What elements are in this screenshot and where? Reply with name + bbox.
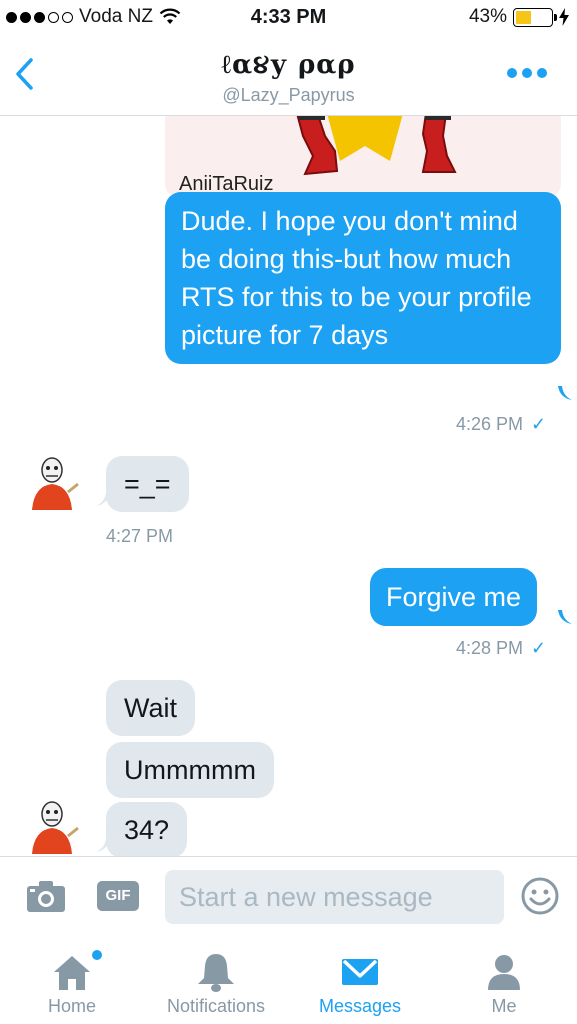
- tab-label: Home: [47, 996, 96, 1016]
- tab-label: Me: [491, 996, 517, 1016]
- bubble-tail: [558, 386, 572, 400]
- bell-icon: [198, 954, 234, 992]
- conversation-title[interactable]: ℓα૪у ραρ: [0, 50, 577, 81]
- message-thread[interactable]: AniiTaRuiz Dude. I hope you don't mind b…: [0, 116, 577, 856]
- more-dots-icon[interactable]: [507, 68, 547, 78]
- timestamp-text: 4:28 PM: [456, 638, 524, 658]
- home-icon: [54, 956, 90, 990]
- avatar[interactable]: [24, 798, 80, 854]
- conversation-header: ℓα૪у ραρ @Lazy_Papyrus: [0, 38, 577, 116]
- message-bubble-incoming[interactable]: 34?: [106, 802, 188, 856]
- image-message[interactable]: AniiTaRuiz: [165, 116, 561, 198]
- bubble-tail: [558, 610, 572, 624]
- avatar[interactable]: [24, 454, 80, 510]
- envelope-icon: [342, 959, 378, 985]
- tab-messages[interactable]: Messages: [302, 936, 418, 1024]
- tab-notifications[interactable]: Notifications: [150, 936, 282, 1024]
- status-bar: Voda NZ 4:33 PM 43%: [0, 0, 577, 38]
- person-icon: [488, 955, 520, 990]
- battery-icon: [513, 7, 557, 27]
- message-timestamp: 4:27 PM: [106, 526, 174, 546]
- message-composer: GIF: [0, 856, 577, 936]
- message-input[interactable]: [165, 870, 504, 924]
- status-right: 43%: [469, 6, 569, 28]
- message-bubble-incoming[interactable]: Wait: [106, 680, 195, 736]
- home-badge-dot: [92, 950, 102, 960]
- message-bubble-outgoing[interactable]: Dude. I hope you don't mind be doing thi…: [165, 192, 561, 364]
- bubble-tail: [96, 492, 110, 506]
- smiley-icon[interactable]: [520, 876, 560, 916]
- timestamp-text: 4:26 PM: [456, 414, 524, 434]
- message-bubble-incoming[interactable]: =_=: [106, 456, 189, 512]
- bubble-tail: [96, 838, 110, 852]
- tab-home[interactable]: Home: [14, 936, 130, 1024]
- message-timestamp: 4:26 PM ✓: [456, 414, 546, 435]
- tab-label: Messages: [318, 996, 402, 1016]
- message-bubble-outgoing[interactable]: Forgive me: [370, 568, 538, 626]
- charging-bolt-icon: [559, 8, 569, 26]
- message-bubble-incoming[interactable]: Ummmmm: [106, 742, 274, 798]
- battery-percent: 43%: [468, 6, 507, 27]
- tab-label: Notifications: [166, 996, 266, 1016]
- conversation-handle[interactable]: @Lazy_Papyrus: [0, 85, 577, 106]
- gif-button[interactable]: GIF: [97, 881, 139, 911]
- read-check-icon: ✓: [531, 414, 547, 434]
- battery-level-fill: [516, 10, 531, 24]
- read-check-icon: ✓: [531, 638, 547, 658]
- tab-me[interactable]: Me: [450, 936, 558, 1024]
- tab-bar: Home Notifications Messages Me: [0, 936, 577, 1024]
- camera-icon[interactable]: [26, 879, 66, 913]
- message-timestamp: 4:28 PM ✓: [456, 638, 546, 659]
